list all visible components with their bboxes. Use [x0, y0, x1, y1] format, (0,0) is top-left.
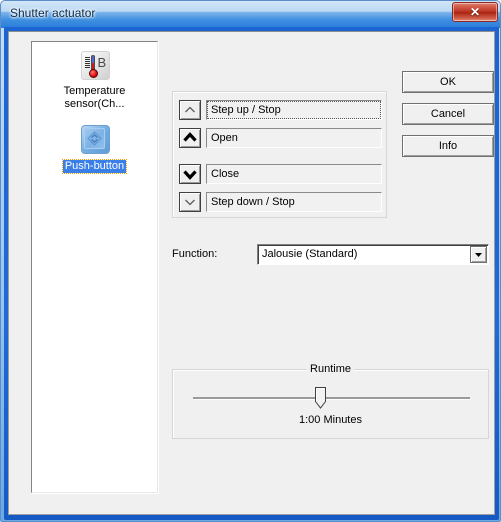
temperature-sensor-icon: B: [79, 50, 111, 82]
chevron-down-thin-icon[interactable]: [179, 192, 201, 212]
ok-button[interactable]: OK: [402, 71, 494, 93]
device-listbox[interactable]: B Temperature sensor(Ch... Push-button: [31, 41, 158, 493]
push-button-diamond-icon: [86, 131, 102, 146]
command-groupbox: Step up / Stop Open Close Step down / St…: [172, 91, 387, 218]
command-label-open[interactable]: Open: [206, 128, 382, 148]
chevron-down-icon[interactable]: [470, 246, 487, 263]
runtime-slider-track[interactable]: [193, 397, 470, 400]
window-title: Shutter actuator: [10, 6, 96, 20]
list-item-temperature-sensor[interactable]: B Temperature sensor(Ch...: [32, 50, 157, 111]
function-label: Function:: [172, 248, 218, 260]
chevron-up-thin-icon[interactable]: [179, 100, 201, 120]
command-label-step-up[interactable]: Step up / Stop: [206, 100, 382, 120]
title-bar[interactable]: Shutter actuator ✕: [1, 1, 500, 28]
runtime-slider-thumb[interactable]: [315, 387, 326, 409]
chevron-down-bold-icon[interactable]: [179, 164, 201, 184]
close-button[interactable]: ✕: [452, 2, 498, 22]
close-icon: ✕: [469, 5, 481, 19]
dialog-client-area: B Temperature sensor(Ch... Push-button O…: [8, 31, 495, 515]
function-selected-value: Jalousie (Standard): [262, 248, 358, 260]
runtime-legend: Runtime: [306, 363, 355, 375]
chevron-up-bold-icon[interactable]: [179, 128, 201, 148]
function-combobox[interactable]: Jalousie (Standard): [257, 244, 489, 265]
command-label-step-down[interactable]: Step down / Stop: [206, 192, 382, 212]
info-button[interactable]: Info: [402, 135, 494, 157]
list-item-label: Push-button: [61, 159, 128, 174]
list-item-label: Temperature sensor(Ch...: [63, 85, 126, 110]
runtime-groupbox: Runtime 1:00 Minutes: [172, 363, 489, 439]
sensor-channel-letter: B: [97, 55, 107, 70]
command-label-close[interactable]: Close: [206, 164, 382, 184]
cancel-button[interactable]: Cancel: [402, 103, 494, 125]
runtime-value-label: 1:00 Minutes: [299, 414, 362, 426]
list-item-push-button[interactable]: Push-button: [32, 124, 157, 174]
shutter-actuator-window: Shutter actuator ✕ B Temperature sensor(…: [0, 0, 501, 522]
push-button-icon: [79, 124, 111, 156]
window-frame: B Temperature sensor(Ch... Push-button O…: [4, 27, 499, 520]
